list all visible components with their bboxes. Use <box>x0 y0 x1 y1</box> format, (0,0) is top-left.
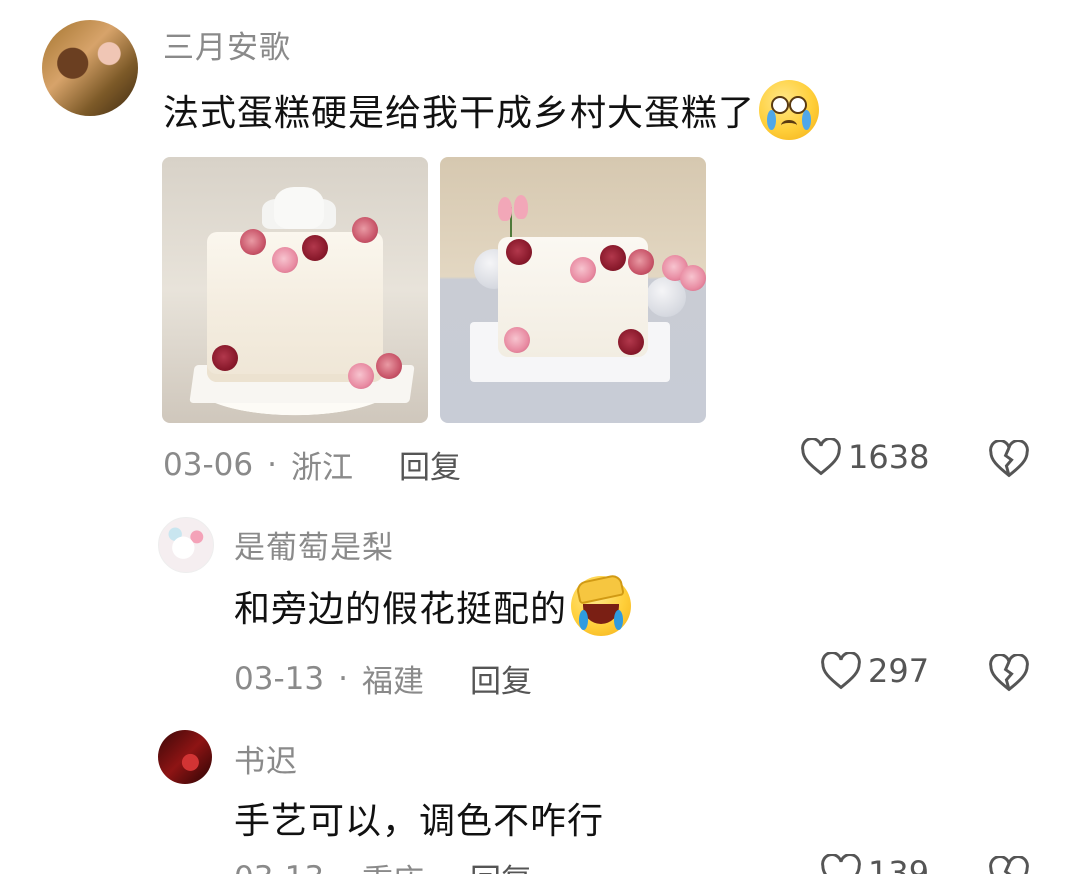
like-button[interactable]: 297 <box>820 652 929 690</box>
cake-image-2[interactable] <box>440 157 706 423</box>
comment-date: 03-13 <box>234 860 324 874</box>
comment-text-content: 法式蛋糕硬是给我干成乡村大蛋糕了 <box>163 93 756 134</box>
comment-date: 03-06 <box>163 446 254 483</box>
comment-meta: 03-06 · 浙江 回复 <box>163 442 461 487</box>
dislike-button[interactable] <box>988 855 1030 874</box>
comment-text-content: 和旁边的假花挺配的 <box>234 589 568 630</box>
dislike-button[interactable] <box>988 653 1030 696</box>
comment-date: 03-13 <box>234 660 325 697</box>
avatar[interactable] <box>42 20 138 116</box>
reply-button[interactable]: 回复 <box>470 656 532 701</box>
heart-icon <box>821 652 861 690</box>
separator: · <box>338 660 348 697</box>
cake-image-1[interactable] <box>162 157 428 423</box>
comment-meta: 03-13 · 福建 回复 <box>234 656 532 701</box>
comment-text: 和旁边的假花挺配的 <box>234 573 632 636</box>
comment-text: 法式蛋糕硬是给我干成乡村大蛋糕了 <box>163 80 820 140</box>
reply-button[interactable]: 回复 <box>399 442 461 487</box>
like-count: 139 <box>868 854 930 874</box>
separator: · <box>267 446 277 483</box>
broken-heart-icon <box>989 653 1029 692</box>
comment-meta: 03-13 · 重庆 回复 <box>234 855 532 874</box>
separator: · <box>338 860 348 874</box>
crying-emoji-icon <box>759 80 820 140</box>
comment-text: 手艺可以，调色不咋行 <box>234 792 604 844</box>
avatar[interactable] <box>158 517 214 573</box>
heart-icon <box>801 438 841 476</box>
heart-icon <box>821 854 861 874</box>
comment-feed: 三月安歌 法式蛋糕硬是给我干成乡村大蛋糕了 03-06 · 浙江 回复 1638… <box>0 0 1080 874</box>
comment-location: 重庆 <box>362 855 424 874</box>
broken-heart-icon <box>989 439 1029 478</box>
reply-button[interactable]: 回复 <box>470 855 532 874</box>
comment-text-content: 手艺可以，调色不咋行 <box>234 801 605 842</box>
like-button[interactable]: 1638 <box>800 438 929 476</box>
like-count: 1638 <box>848 438 930 476</box>
comment-username[interactable]: 书迟 <box>234 736 298 781</box>
comment-username[interactable]: 是葡萄是梨 <box>234 522 394 567</box>
like-count: 297 <box>868 652 930 690</box>
comment-images <box>162 157 706 423</box>
comment-location: 福建 <box>361 664 424 700</box>
dislike-button[interactable] <box>988 439 1030 482</box>
comment-username[interactable]: 三月安歌 <box>163 22 291 67</box>
laughing-crying-emoji-icon <box>571 573 632 636</box>
broken-heart-icon <box>989 855 1029 874</box>
avatar[interactable] <box>158 730 212 784</box>
like-button[interactable]: 139 <box>820 854 929 874</box>
comment-location: 浙江 <box>290 450 353 486</box>
